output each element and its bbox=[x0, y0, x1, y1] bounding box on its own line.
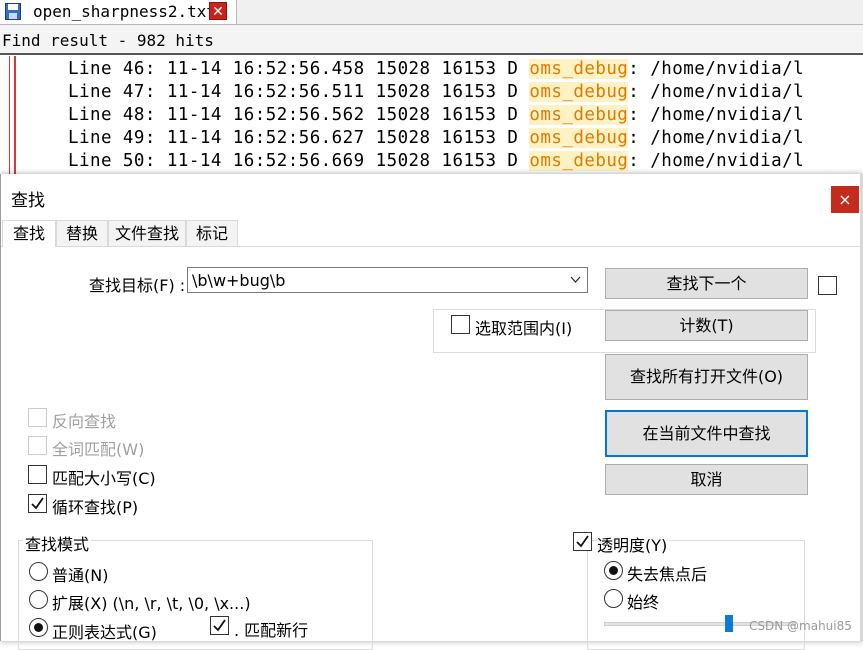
on-lose-focus-label: 失去焦点后 bbox=[627, 565, 708, 584]
fold-gutter bbox=[0, 56, 16, 174]
close-icon[interactable]: ✕ bbox=[209, 2, 227, 20]
find-result-title: Find result - 982 hits bbox=[2, 31, 214, 50]
transparency-checkbox[interactable] bbox=[573, 532, 592, 551]
chevron-down-icon[interactable] bbox=[570, 274, 581, 285]
close-icon[interactable]: × bbox=[831, 186, 859, 213]
match-highlight: oms_debug bbox=[529, 59, 629, 79]
mode-normal-radio[interactable] bbox=[29, 562, 48, 581]
search-mode-title: 查找模式 bbox=[23, 531, 92, 555]
wrap-label: 循环查找(P) bbox=[52, 498, 139, 517]
match-highlight: oms_debug bbox=[529, 82, 629, 102]
watermark: CSDN @mahui85 bbox=[749, 619, 852, 633]
mode-extended-label: 扩展(X) (\n, \r, \t, \0, \x...) bbox=[52, 594, 251, 613]
result-line[interactable]: Line 48: 11-14 16:52:56.562 15028 16153 … bbox=[68, 104, 804, 127]
in-selection-label: 选取范围内(I) bbox=[475, 319, 573, 338]
find-all-open-files-button[interactable]: 查找所有打开文件(O) bbox=[605, 354, 808, 400]
result-line[interactable]: Line 50: 11-14 16:52:56.669 15028 16153 … bbox=[68, 150, 804, 173]
find-dialog: 查找 × 查找 替换 文件查找 标记 查找目标(F) : \b\w+bug\b … bbox=[0, 174, 863, 650]
in-selection-checkbox[interactable] bbox=[451, 315, 470, 334]
find-target-input[interactable]: \b\w+bug\b bbox=[187, 267, 588, 293]
tab-find-in-files[interactable]: 文件查找 bbox=[108, 220, 186, 246]
always-radio[interactable] bbox=[604, 589, 623, 608]
match-highlight: oms_debug bbox=[529, 151, 629, 171]
gutter-marker bbox=[9, 56, 10, 174]
backward-checkbox[interactable] bbox=[28, 408, 47, 427]
result-line[interactable]: Line 46: 11-14 16:52:56.458 15028 16153 … bbox=[68, 58, 804, 81]
mode-regex-radio[interactable] bbox=[29, 618, 48, 637]
find-target-label: 查找目标(F) : bbox=[89, 276, 186, 295]
count-button[interactable]: 计数(T) bbox=[605, 310, 808, 341]
extra-checkbox[interactable] bbox=[818, 276, 837, 295]
checkmark-icon bbox=[576, 535, 589, 548]
transparency-label: 透明度(Y) bbox=[597, 532, 670, 556]
result-line[interactable]: Line 47: 11-14 16:52:56.511 15028 16153 … bbox=[68, 81, 804, 104]
dialog-tab-strip: 查找 替换 文件查找 标记 bbox=[1, 220, 861, 247]
dialog-title: 查找 bbox=[11, 191, 45, 211]
checkmark-icon bbox=[213, 619, 226, 632]
find-target-value: \b\w+bug\b bbox=[192, 271, 286, 290]
mode-normal-label: 普通(N) bbox=[52, 566, 109, 585]
find-in-current-file-button[interactable]: 在当前文件中查找 bbox=[605, 410, 808, 457]
find-result-header: Find result - 982 hits bbox=[0, 25, 863, 55]
match-case-label: 匹配大小写(C) bbox=[52, 469, 156, 488]
tab-replace[interactable]: 替换 bbox=[56, 220, 108, 246]
match-highlight: oms_debug bbox=[529, 105, 629, 125]
file-tab[interactable]: open_sharpness2.txt ✕ bbox=[0, 0, 237, 24]
slider-thumb[interactable] bbox=[725, 615, 733, 632]
cancel-button[interactable]: 取消 bbox=[605, 464, 808, 495]
tab-mark[interactable]: 标记 bbox=[186, 220, 238, 246]
wrap-checkbox[interactable] bbox=[28, 494, 47, 513]
find-result-list: Line 46: 11-14 16:52:56.458 15028 16153 … bbox=[0, 56, 863, 174]
mode-regex-label: 正则表达式(G) bbox=[52, 623, 157, 642]
save-icon bbox=[5, 3, 21, 20]
tab-label: open_sharpness2.txt bbox=[33, 2, 217, 21]
find-next-button[interactable]: 查找下一个 bbox=[605, 268, 808, 299]
dot-newline-checkbox[interactable] bbox=[210, 616, 229, 635]
match-case-checkbox[interactable] bbox=[28, 465, 47, 484]
result-line[interactable]: Line 49: 11-14 16:52:56.627 15028 16153 … bbox=[68, 127, 804, 150]
tab-find[interactable]: 查找 bbox=[2, 220, 56, 247]
match-highlight: oms_debug bbox=[529, 128, 629, 148]
mode-extended-radio[interactable] bbox=[29, 590, 48, 609]
whole-word-checkbox[interactable] bbox=[28, 436, 47, 455]
always-label: 始终 bbox=[627, 593, 660, 612]
editor-tab-bar: open_sharpness2.txt ✕ bbox=[0, 0, 863, 25]
checkmark-icon bbox=[31, 497, 44, 510]
radio-selected-dot bbox=[609, 566, 618, 575]
radio-selected-dot bbox=[34, 623, 43, 632]
whole-word-label: 全词匹配(W) bbox=[52, 440, 145, 459]
backward-label: 反向查找 bbox=[52, 412, 117, 431]
on-lose-focus-radio[interactable] bbox=[604, 561, 623, 580]
dot-newline-label: . 匹配新行 bbox=[234, 621, 309, 640]
